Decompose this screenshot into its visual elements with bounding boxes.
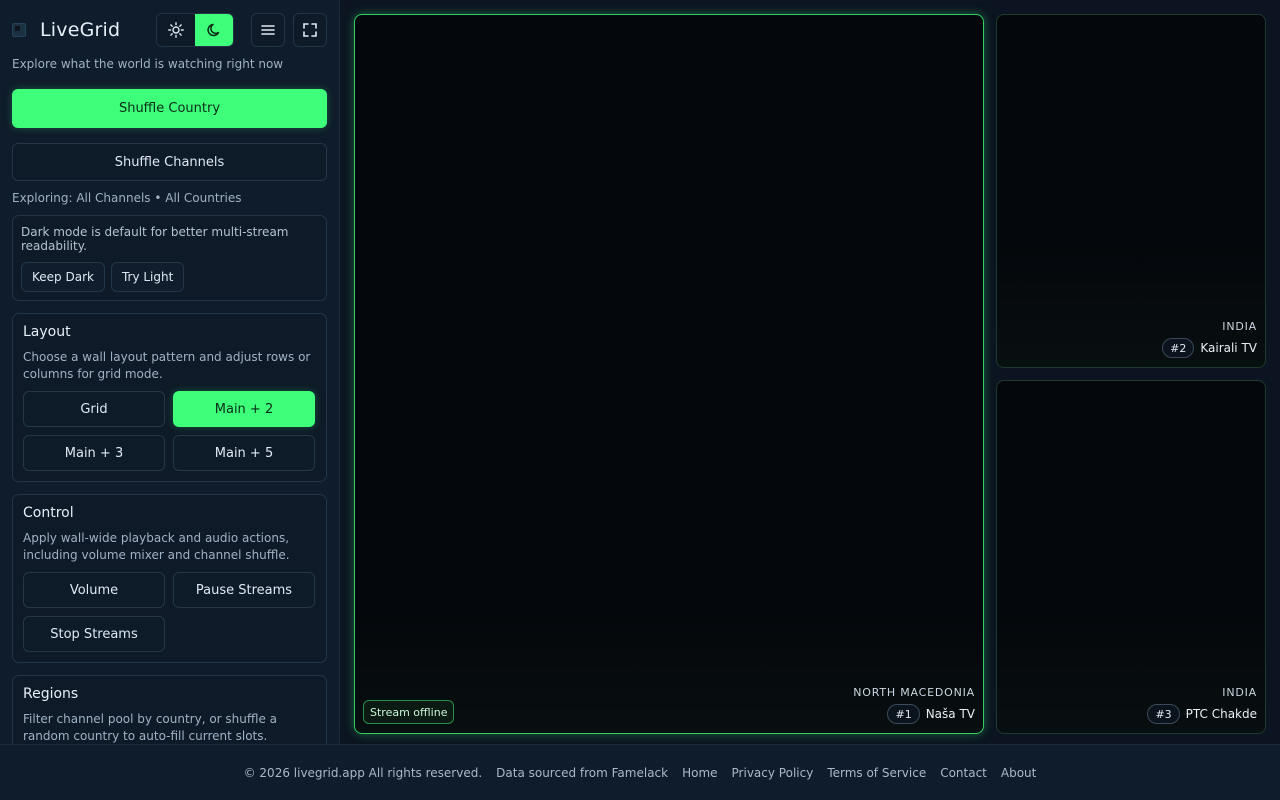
menu-icon <box>261 25 275 35</box>
stop-streams-button[interactable]: Stop Streams <box>23 616 165 652</box>
layout-title: Layout <box>23 324 71 340</box>
stream-tile-main[interactable]: North Macedonia #1 Naša TV Stream offlin… <box>354 14 984 734</box>
tile-country: India <box>1222 320 1257 333</box>
fullscreen-icon <box>303 23 317 37</box>
layout-main-5-button[interactable]: Main + 5 <box>173 435 315 471</box>
layout-grid-button[interactable]: Grid <box>23 391 165 427</box>
logo-icon <box>12 23 26 37</box>
stream-wall: North Macedonia #1 Naša TV Stream offlin… <box>341 0 1280 744</box>
sun-icon <box>168 22 184 38</box>
logo[interactable]: LiveGrid <box>12 19 156 41</box>
layout-main-3-button[interactable]: Main + 3 <box>23 435 165 471</box>
tile-country: North Macedonia <box>853 686 975 699</box>
footer: © 2026 livegrid.app All rights reserved.… <box>0 744 1280 800</box>
sidebar: LiveGrid Explore what the world is watch… <box>0 0 340 744</box>
dark-theme-button[interactable] <box>195 14 233 46</box>
light-theme-button[interactable] <box>157 14 195 46</box>
footer-link-contact[interactable]: Contact <box>940 766 987 780</box>
tile-channel-name: Naša TV <box>925 707 975 721</box>
regions-description: Filter channel pool by country, or shuff… <box>23 712 278 743</box>
layout-section: Layout Choose a wall layout pattern and … <box>12 313 327 482</box>
tagline: Explore what the world is watching right… <box>12 57 284 71</box>
try-light-button[interactable]: Try Light <box>110 262 185 292</box>
keep-dark-button[interactable]: Keep Dark <box>21 262 105 292</box>
tile-number-badge: #1 <box>887 704 920 724</box>
footer-link-home[interactable]: Home <box>682 766 717 780</box>
shuffle-channels-button[interactable]: Shuffle Channels <box>12 143 327 181</box>
tile-number-badge: #3 <box>1147 704 1180 724</box>
control-title: Control <box>23 505 74 521</box>
tile-country: India <box>1222 686 1257 699</box>
control-description: Apply wall-wide playback and audio actio… <box>23 531 290 562</box>
volume-button[interactable]: Volume <box>23 572 165 608</box>
shuffle-country-button[interactable]: Shuffle Country <box>12 89 327 128</box>
theme-toggle <box>156 13 234 47</box>
footer-link-privacy[interactable]: Privacy Policy <box>732 766 814 780</box>
layout-options: Grid Main + 2 Main + 3 Main + 5 <box>23 391 316 471</box>
layout-main-2-button[interactable]: Main + 2 <box>173 391 315 427</box>
notice-text: Dark mode is default for better multi-st… <box>21 225 289 253</box>
footer-link-terms[interactable]: Terms of Service <box>827 766 926 780</box>
moon-icon <box>207 23 220 37</box>
footer-source-link[interactable]: Data sourced from Famelack <box>496 766 668 780</box>
fullscreen-button[interactable] <box>293 13 327 47</box>
tile-channel: #2 Kairali TV <box>1162 338 1257 358</box>
app-title: LiveGrid <box>40 19 121 41</box>
control-section: Control Apply wall-wide playback and aud… <box>12 494 327 663</box>
exploring-status: Exploring: All Channels • All Countries <box>12 191 242 205</box>
tile-channel: #3 PTC Chakde <box>1147 704 1257 724</box>
stream-tile-3[interactable]: India #3 PTC Chakde <box>996 380 1266 734</box>
tile-channel-name: Kairali TV <box>1200 341 1257 355</box>
notice-actions: Keep Dark Try Light <box>21 262 318 292</box>
menu-button[interactable] <box>251 13 285 47</box>
stream-tile-2[interactable]: India #2 Kairali TV <box>996 14 1266 368</box>
tile-channel: #1 Naša TV <box>887 704 975 724</box>
layout-description: Choose a wall layout pattern and adjust … <box>23 350 311 381</box>
tile-channel-name: PTC Chakde <box>1185 707 1257 721</box>
stream-offline-badge: Stream offline <box>363 700 455 724</box>
footer-copyright: © 2026 livegrid.app All rights reserved. <box>243 765 483 780</box>
topbar: LiveGrid <box>12 12 327 48</box>
tile-number-badge: #2 <box>1162 338 1195 358</box>
control-options: Volume Pause Streams Stop Streams <box>23 572 316 652</box>
pause-streams-button[interactable]: Pause Streams <box>173 572 315 608</box>
regions-section: Regions Filter channel pool by country, … <box>12 675 327 744</box>
dark-mode-notice: Dark mode is default for better multi-st… <box>12 215 327 301</box>
footer-link-about[interactable]: About <box>1001 766 1036 780</box>
regions-title: Regions <box>23 686 79 702</box>
